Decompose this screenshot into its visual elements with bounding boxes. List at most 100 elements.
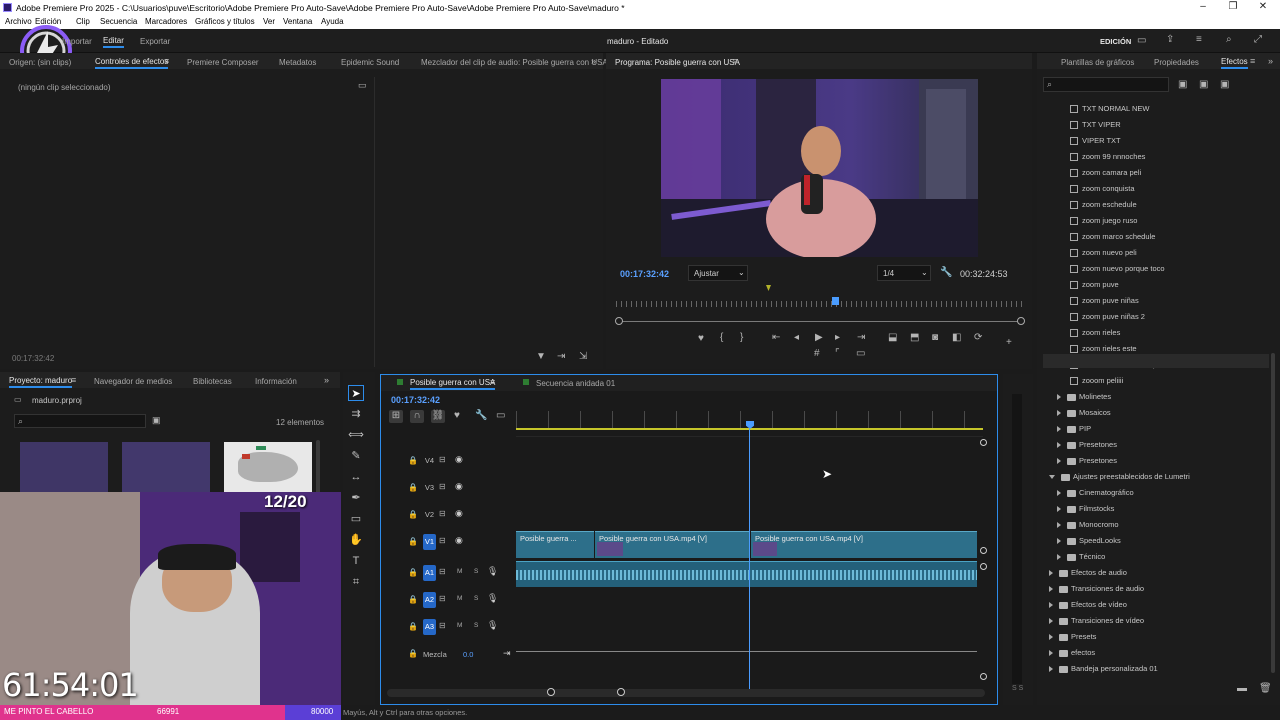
share-icon[interactable]: ⇪ — [1166, 34, 1174, 45]
captions-icon[interactable]: ▭ — [496, 410, 505, 421]
add-marker-icon[interactable]: ♥ — [454, 410, 460, 421]
mix-value[interactable]: 0.0 — [463, 650, 473, 659]
microphone-icon[interactable]: 🎙 — [487, 593, 498, 604]
timeline-settings-icon[interactable]: 🔧 — [475, 410, 487, 421]
solo-button[interactable]: S — [474, 595, 478, 602]
skip-end-icon[interactable]: ⇥ — [503, 648, 511, 659]
effects-preset-item[interactable]: zoom nuevo porque toco — [1070, 262, 1165, 276]
eye-icon[interactable]: ◉ — [455, 508, 463, 519]
lift-icon[interactable]: ⬓ — [888, 332, 897, 343]
effects-folder-item[interactable]: Monocromo — [1057, 518, 1119, 532]
go-to-in-icon[interactable]: ⇤ — [772, 332, 780, 343]
effects-preset-item[interactable]: zoom conquista — [1070, 182, 1135, 196]
zoom-bar[interactable] — [618, 321, 1022, 322]
new-folder-icon[interactable]: ▬ — [1237, 683, 1247, 694]
camera-icon[interactable]: ◙ — [932, 332, 938, 343]
solo-button[interactable]: S — [474, 568, 478, 575]
minimize-icon[interactable]: – — [1196, 1, 1210, 12]
effects-menu-icon[interactable]: ≡ — [1250, 56, 1255, 66]
scroll-handle[interactable] — [980, 563, 987, 570]
effects-preset-item[interactable]: zoom puve niñas 2 — [1070, 310, 1145, 324]
lock-icon[interactable]: 🔒 — [408, 483, 418, 492]
sync-lock-icon[interactable]: ⊟ — [439, 567, 446, 576]
safe-margins-icon[interactable]: # — [814, 348, 820, 359]
lock-icon[interactable]: 🔒 — [408, 537, 418, 546]
go-to-out-icon[interactable]: ⇥ — [857, 332, 865, 343]
effects-preset-item[interactable]: VIPER TXT — [1070, 134, 1121, 148]
effects-preset-item[interactable]: zooom peliiii — [1070, 374, 1123, 388]
tab-posible-guerra[interactable]: Posible guerra con USA — [410, 378, 496, 390]
effects-folder-item[interactable]: efectos — [1049, 646, 1095, 660]
sequence-menu-icon[interactable]: ≡ — [490, 377, 495, 387]
close-icon[interactable]: ✕ — [1256, 1, 1270, 12]
add-button-icon[interactable]: + — [1006, 337, 1012, 348]
program-monitor-title[interactable]: Programa: Posible guerra con USA — [615, 58, 740, 67]
track-target-label[interactable]: V4 — [423, 453, 436, 469]
scroll-handle[interactable] — [980, 439, 987, 446]
clip-v1-1[interactable]: Posible guerra ... — [516, 531, 594, 558]
effects-scrollbar[interactable] — [1271, 353, 1275, 673]
multicam-icon[interactable]: ▭ — [856, 348, 865, 359]
audio-clip-a1[interactable] — [516, 561, 977, 587]
tab-proyecto[interactable]: Proyecto: maduro — [9, 376, 73, 388]
mute-button[interactable]: M — [457, 568, 462, 575]
menu-ayuda[interactable]: Ayuda — [321, 17, 344, 26]
effects-folder-item[interactable]: Mosaicos — [1057, 406, 1111, 420]
mute-button[interactable]: M — [457, 595, 462, 602]
effects-preset-item[interactable]: zoom camara peli — [1070, 166, 1141, 180]
clip-v1-3[interactable]: Posible guerra con USA.mp4 [V] — [751, 531, 977, 558]
track-target-label[interactable]: A1 — [423, 565, 436, 581]
mute-button[interactable]: M — [457, 622, 462, 629]
menu-graficos[interactable]: Gráficos y títulos — [195, 17, 255, 26]
effects-preset-item[interactable]: zoom nuevo peli — [1070, 246, 1137, 260]
menu-secuencia[interactable]: Secuencia — [100, 17, 137, 26]
effects-folder-item[interactable]: Cinematográfico — [1057, 486, 1134, 500]
proxy-icon[interactable]: ⌜ — [835, 348, 840, 359]
track-select-icon[interactable]: ⇉ — [348, 406, 364, 422]
toggle-view-icon[interactable]: ▭ — [358, 80, 367, 91]
play-icon[interactable]: ▶ — [815, 332, 823, 343]
scroll-handle[interactable] — [980, 673, 987, 680]
project-search-input[interactable]: ⌕ — [14, 414, 146, 428]
delete-icon[interactable]: 🗑 — [1259, 683, 1272, 694]
effects-preset-item[interactable]: zoom juego ruso — [1070, 214, 1137, 228]
sync-lock-icon[interactable]: ⊟ — [439, 482, 446, 491]
mark-out-icon[interactable]: } — [740, 332, 743, 343]
menu-ventana[interactable]: Ventana — [283, 17, 312, 26]
sync-lock-icon[interactable]: ⊟ — [439, 536, 446, 545]
rectangle-tool-icon[interactable]: ▭ — [348, 511, 364, 527]
tab-informacion[interactable]: Información — [255, 377, 297, 386]
effects-preset-item[interactable]: zoom eschedule — [1070, 198, 1137, 212]
eye-icon[interactable]: ◉ — [455, 454, 463, 465]
tab-origen[interactable]: Origen: (sin clips) — [9, 58, 71, 67]
lock-icon[interactable]: 🔒 — [408, 649, 418, 658]
effects-folder-item[interactable]: Filmstocks — [1057, 502, 1114, 516]
extract-icon[interactable]: ⬒ — [910, 332, 919, 343]
layout-icon[interactable]: ▭ — [1137, 35, 1146, 46]
marker-icon[interactable] — [766, 285, 771, 291]
razor-icon[interactable]: ✎ — [348, 448, 364, 464]
thumbnail-map[interactable] — [224, 442, 312, 492]
workspace-mode[interactable]: EDICIÓN — [1100, 37, 1131, 46]
track-target-label[interactable]: A2 — [423, 592, 436, 608]
panel-menu-icon[interactable]: ≡ — [164, 56, 169, 66]
snap-icon[interactable]: ∩ — [410, 410, 424, 423]
tab-editar[interactable]: Editar — [103, 36, 124, 48]
linked-selection-icon[interactable]: ⛓ — [431, 410, 445, 423]
effects-folder-item[interactable]: Efectos de vídeo — [1049, 598, 1127, 612]
project-menu-icon[interactable]: ≡ — [71, 375, 76, 385]
tab-epidemic-sound[interactable]: Epidemic Sound — [341, 58, 399, 67]
track-target-label[interactable]: A3 — [423, 619, 436, 635]
maximize-icon[interactable]: ❐ — [1226, 1, 1240, 12]
tabs-overflow-icon[interactable]: » — [591, 56, 596, 66]
sync-lock-icon[interactable]: ⊟ — [439, 455, 446, 464]
thumbnail-clip-1[interactable] — [20, 442, 108, 492]
selection-tool-icon[interactable]: ➤ — [348, 385, 364, 401]
tabs-overflow-icon[interactable]: » — [1268, 56, 1273, 66]
effects-folder-item[interactable]: Presets — [1049, 630, 1096, 644]
add-marker-icon[interactable]: ♥ — [698, 333, 704, 344]
tab-exportar[interactable]: Exportar — [140, 37, 170, 46]
new-bin-icon[interactable]: ▣ — [152, 415, 161, 426]
search-icon[interactable]: ⌕ — [1226, 34, 1232, 45]
effects-preset-item[interactable]: TXT VIPER — [1070, 118, 1121, 132]
